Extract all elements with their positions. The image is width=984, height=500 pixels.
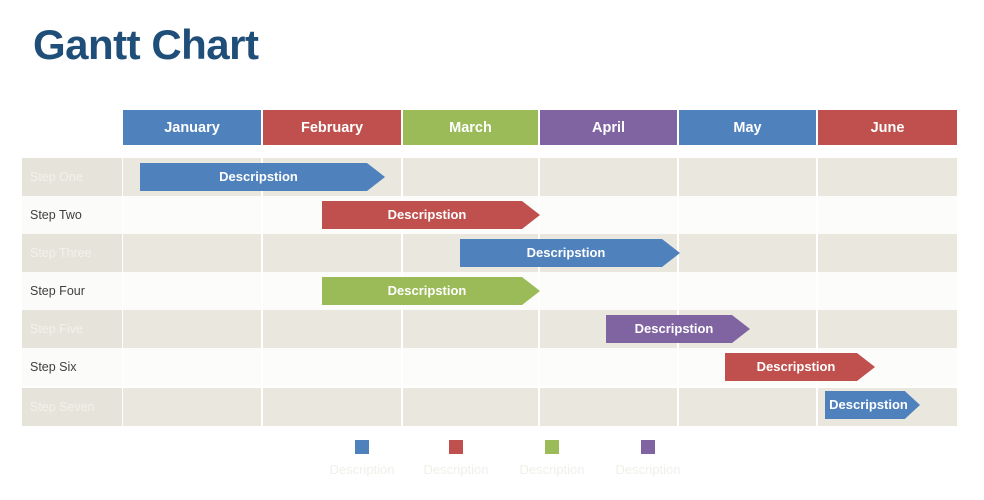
month-header-february[interactable]: February — [263, 110, 401, 145]
grid-cell — [540, 272, 677, 310]
task-bar-step-three[interactable]: Descripstion — [460, 239, 680, 267]
grid-cell — [123, 234, 261, 272]
month-header-march[interactable]: March — [403, 110, 538, 145]
task-bar-label: Descripstion — [756, 358, 836, 374]
grid-cell — [679, 158, 816, 196]
grid-cell — [123, 310, 261, 348]
row-label-step-three: Step Three — [22, 234, 122, 272]
legend-label: Description — [519, 462, 585, 477]
task-bar-label: Descripstion — [387, 206, 467, 222]
task-bar-step-seven[interactable]: Descripstion — [825, 391, 920, 419]
grid-cell — [263, 388, 401, 426]
grid-cell — [679, 196, 816, 234]
grid-cell — [540, 348, 677, 386]
task-bar-label: Descripstion — [526, 244, 606, 260]
grid-cell — [403, 388, 538, 426]
row-label-step-seven: Step Seven — [22, 388, 122, 426]
month-header-may[interactable]: May — [679, 110, 816, 145]
task-bar-step-six[interactable]: Descripstion — [725, 353, 875, 381]
grid-cell — [540, 196, 677, 234]
task-bar-label: Descripstion — [829, 396, 908, 412]
task-bar-step-two[interactable]: Descripstion — [322, 201, 540, 229]
legend-item[interactable]: Description — [497, 440, 607, 477]
grid-cell — [679, 272, 816, 310]
grid-cell — [818, 158, 957, 196]
grid-cell — [263, 348, 401, 386]
task-bar-label: Descripstion — [219, 168, 298, 184]
grid-cell — [403, 310, 538, 348]
row-label-step-six: Step Six — [22, 348, 122, 386]
grid-cell — [403, 348, 538, 386]
grid-cell — [540, 158, 677, 196]
legend-swatch-icon — [641, 440, 655, 454]
month-header-april[interactable]: April — [540, 110, 677, 145]
grid-cell — [263, 234, 401, 272]
task-bar-step-five[interactable]: Descripstion — [606, 315, 750, 343]
legend-label: Description — [423, 462, 489, 477]
legend-swatch-icon — [355, 440, 369, 454]
legend-label: Description — [329, 462, 395, 477]
legend-item[interactable]: Description — [593, 440, 703, 477]
grid-cell — [123, 196, 261, 234]
row-label-step-four: Step Four — [22, 272, 122, 310]
grid-cell — [403, 158, 538, 196]
month-header-january[interactable]: January — [123, 110, 261, 145]
legend-swatch-icon — [545, 440, 559, 454]
grid-cell — [123, 388, 261, 426]
legend-label: Description — [615, 462, 681, 477]
grid-cell — [818, 196, 957, 234]
task-bar-step-one[interactable]: Descripstion — [140, 163, 385, 191]
row-label-step-one: Step One — [22, 158, 122, 196]
legend-item[interactable]: Description — [401, 440, 511, 477]
grid-cell — [679, 388, 816, 426]
grid-cell — [123, 348, 261, 386]
chart-legend: Description Description Description Descrip… — [0, 440, 984, 495]
grid-cell — [540, 388, 677, 426]
grid-cell — [818, 234, 957, 272]
grid-cell — [818, 272, 957, 310]
row-label-step-five: Step Five — [22, 310, 122, 348]
task-bar-label: Descripstion — [387, 282, 467, 298]
task-bar-label: Descripstion — [634, 320, 714, 336]
row-label-step-two: Step Two — [22, 196, 122, 234]
gantt-chart: January February March April May June Step One… — [0, 0, 984, 500]
task-bar-step-four[interactable]: Descripstion — [322, 277, 540, 305]
month-header-june[interactable]: June — [818, 110, 957, 145]
grid-cell — [263, 310, 401, 348]
grid-cell — [123, 272, 261, 310]
grid-cell — [818, 310, 957, 348]
grid-cell — [679, 234, 816, 272]
legend-swatch-icon — [449, 440, 463, 454]
